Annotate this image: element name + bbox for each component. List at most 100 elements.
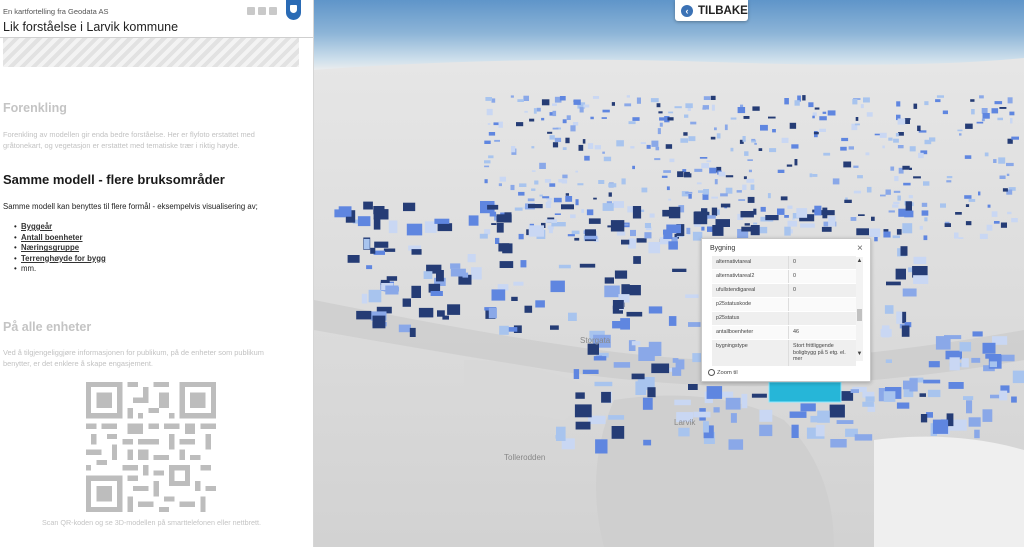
building[interactable] [748, 169, 752, 173]
building[interactable] [812, 115, 815, 119]
building[interactable] [373, 209, 389, 220]
building[interactable] [612, 201, 624, 208]
building[interactable] [703, 189, 709, 195]
building[interactable] [578, 144, 584, 151]
building[interactable] [737, 107, 746, 114]
building[interactable] [518, 191, 525, 196]
building[interactable] [853, 190, 862, 194]
building[interactable] [750, 184, 755, 191]
link-antall-boenheter[interactable]: Antall boenheter [21, 233, 83, 242]
building[interactable] [784, 226, 791, 236]
building[interactable] [366, 265, 373, 270]
building[interactable] [510, 184, 515, 191]
building[interactable] [888, 210, 895, 213]
building[interactable] [568, 312, 577, 321]
building[interactable] [716, 133, 721, 139]
building[interactable] [373, 250, 385, 255]
building[interactable] [548, 227, 553, 234]
building[interactable] [626, 95, 630, 98]
building[interactable] [759, 424, 773, 437]
building[interactable] [897, 118, 906, 125]
building[interactable] [536, 107, 541, 112]
building[interactable] [517, 99, 524, 102]
building[interactable] [944, 223, 951, 227]
building[interactable] [720, 203, 731, 208]
building[interactable] [411, 249, 422, 255]
building[interactable] [863, 97, 870, 103]
building[interactable] [562, 119, 567, 124]
building[interactable] [828, 215, 836, 227]
building[interactable] [632, 165, 635, 170]
building[interactable] [547, 131, 553, 134]
building[interactable] [582, 139, 586, 144]
building[interactable] [368, 289, 382, 303]
building[interactable] [570, 125, 576, 132]
building[interactable] [574, 237, 580, 241]
building[interactable] [989, 361, 997, 368]
building[interactable] [982, 342, 996, 354]
building[interactable] [885, 189, 891, 195]
building[interactable] [855, 117, 859, 121]
building[interactable] [630, 146, 635, 149]
building[interactable] [549, 135, 555, 140]
building[interactable] [896, 402, 910, 409]
building[interactable] [856, 228, 869, 236]
building[interactable] [484, 179, 488, 184]
building[interactable] [565, 137, 570, 144]
building[interactable] [361, 293, 368, 304]
building[interactable] [711, 207, 718, 216]
building[interactable] [848, 146, 854, 150]
building[interactable] [643, 439, 652, 446]
building[interactable] [819, 210, 835, 216]
building[interactable] [631, 341, 641, 346]
building[interactable] [935, 336, 951, 350]
building[interactable] [499, 325, 509, 335]
building[interactable] [1009, 111, 1015, 116]
building[interactable] [499, 176, 506, 182]
building[interactable] [651, 140, 659, 147]
building[interactable] [556, 426, 566, 441]
building[interactable] [741, 393, 748, 409]
list-item[interactable]: Næringsgruppe [14, 243, 106, 254]
building[interactable] [921, 210, 929, 216]
building[interactable] [531, 188, 536, 191]
building[interactable] [853, 165, 859, 168]
building[interactable] [958, 237, 964, 239]
list-item[interactable]: Byggeår [14, 222, 106, 233]
building[interactable] [567, 234, 575, 237]
building[interactable] [894, 176, 899, 182]
building[interactable] [616, 231, 626, 236]
building[interactable] [677, 171, 684, 178]
building[interactable] [898, 132, 904, 136]
building[interactable] [791, 424, 799, 438]
building[interactable] [544, 179, 551, 183]
building[interactable] [711, 196, 718, 199]
building[interactable] [850, 389, 859, 393]
building[interactable] [547, 200, 552, 204]
building[interactable] [601, 391, 611, 403]
building[interactable] [632, 206, 642, 219]
building[interactable] [409, 327, 416, 337]
building[interactable] [648, 306, 663, 314]
building[interactable] [736, 190, 742, 193]
building[interactable] [370, 247, 376, 254]
building[interactable] [590, 116, 594, 120]
building[interactable] [663, 229, 673, 240]
twitter-icon[interactable] [258, 7, 266, 15]
building[interactable] [385, 285, 399, 295]
building[interactable] [836, 420, 854, 424]
building[interactable] [516, 122, 524, 127]
building[interactable] [965, 123, 973, 129]
building[interactable] [648, 242, 661, 254]
building[interactable] [796, 208, 808, 218]
building[interactable] [584, 155, 590, 161]
building[interactable] [554, 213, 561, 215]
building[interactable] [821, 226, 832, 232]
building[interactable] [955, 212, 962, 215]
building[interactable] [372, 315, 386, 329]
building[interactable] [963, 396, 974, 400]
building[interactable] [593, 197, 597, 200]
building[interactable] [888, 137, 893, 141]
building[interactable] [611, 426, 625, 439]
building[interactable] [791, 144, 799, 149]
